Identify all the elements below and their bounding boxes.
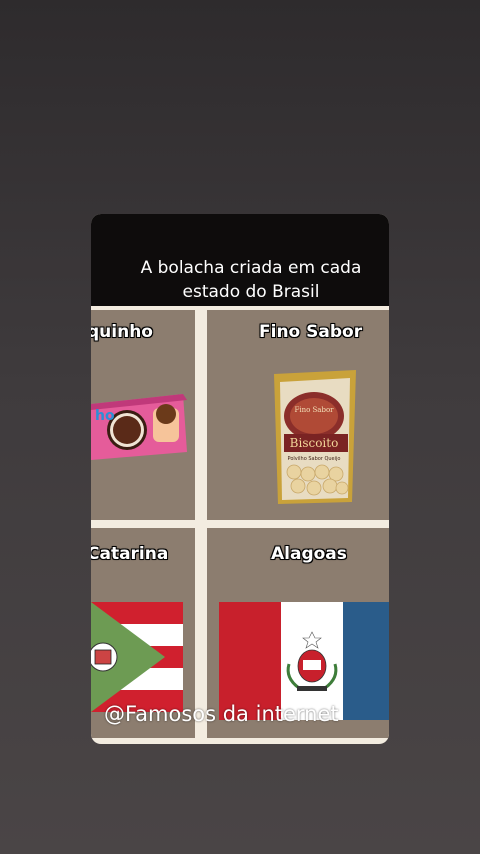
- cell-label: Catarina: [91, 544, 169, 564]
- card-header: A bolacha criada em cada estado do Brasi…: [91, 214, 389, 306]
- biscuit-subtitle: Polvilho Sabor Queijo: [288, 456, 341, 462]
- title-line-1: A bolacha criada em cada: [140, 258, 362, 278]
- biscuit-brand: Fino Sabor: [294, 406, 334, 414]
- cookie-package-image: ho: [91, 394, 187, 460]
- cell-label: Alagoas: [271, 544, 347, 564]
- post-card: A bolacha criada em cada estado do Brasi…: [91, 214, 389, 744]
- cell-top-right: Fino Sabor Fino Sabor Biscoito Polvilho …: [207, 310, 389, 520]
- biscuit-bag-image: Fino Sabor Biscoito Polvilho Sabor Queij…: [274, 370, 356, 504]
- biscuit-title: Biscoito: [290, 436, 339, 450]
- watermark: @Famosos da internet: [104, 702, 339, 726]
- cell-label: quinho: [91, 322, 153, 342]
- cell-label: Fino Sabor: [259, 322, 363, 342]
- cell-top-left: quinho ho: [91, 310, 195, 520]
- cookie-package-text: ho: [95, 408, 115, 424]
- card-title: A bolacha criada em cada estado do Brasi…: [121, 256, 381, 304]
- santa-catarina-flag: [91, 602, 183, 712]
- title-line-2: estado do Brasil: [182, 282, 320, 302]
